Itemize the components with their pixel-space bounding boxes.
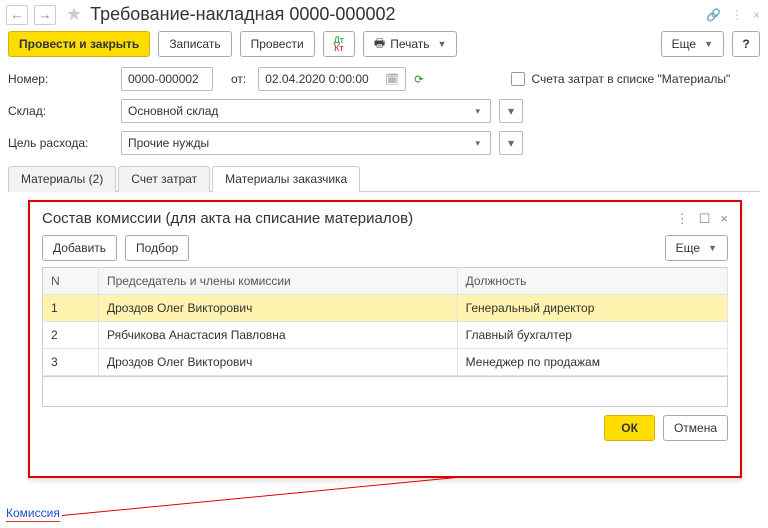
link-icon[interactable]: 🔗 xyxy=(706,8,721,22)
purpose-label: Цель расхода: xyxy=(8,136,113,150)
more-label: Еще xyxy=(672,37,696,51)
print-button[interactable]: 🖶 Печать ▼ xyxy=(363,31,458,57)
col-n-header[interactable]: N xyxy=(43,268,99,295)
table-row[interactable]: 3 Дроздов Олег Викторович Менеджер по пр… xyxy=(43,349,728,376)
commission-link[interactable]: Комиссия xyxy=(6,506,60,522)
cancel-button[interactable]: Отмена xyxy=(663,415,728,441)
main-toolbar: Провести и закрыть Записать Провести ДтК… xyxy=(0,27,768,63)
page-title: Требование-накладная 0000-000002 xyxy=(90,4,700,25)
purpose-field[interactable]: Прочие нужды ▾ xyxy=(121,131,491,155)
cell-n: 2 xyxy=(43,322,99,349)
number-row: Номер: 0000-000002 от: 02.04.2020 0:00:0… xyxy=(0,63,768,95)
kebab-menu-icon[interactable]: ⋮ xyxy=(731,8,743,22)
dialog-more-button[interactable]: Еще ▼ xyxy=(665,235,728,261)
warehouse-row: Склад: Основной склад ▾ ▾ xyxy=(0,95,768,127)
nav-back-button[interactable]: ← xyxy=(6,5,28,25)
commission-dialog: Состав комиссии (для акта на списание ма… xyxy=(28,200,742,478)
cost-accounts-checkbox[interactable] xyxy=(511,72,525,86)
tab-cost-account[interactable]: Счет затрат xyxy=(118,166,210,192)
commission-table: N Председатель и члены комиссии Должност… xyxy=(42,267,728,376)
pick-button[interactable]: Подбор xyxy=(125,235,189,261)
chevron-down-icon: ▼ xyxy=(704,39,713,49)
write-button[interactable]: Записать xyxy=(158,31,231,57)
cell-member: Рябчикова Анастасия Павловна xyxy=(99,322,458,349)
tab-materials[interactable]: Материалы (2) xyxy=(8,166,116,192)
dialog-title: Состав комиссии (для акта на списание ма… xyxy=(42,210,676,227)
dtkt-button[interactable]: ДтКт xyxy=(323,31,355,57)
purpose-row: Цель расхода: Прочие нужды ▾ ▾ xyxy=(0,127,768,159)
dialog-maximize-icon[interactable]: ☐ xyxy=(699,211,711,227)
help-button[interactable]: ? xyxy=(732,31,760,57)
purpose-open-button[interactable]: ▾ xyxy=(499,131,523,155)
cell-member: Дроздов Олег Викторович xyxy=(99,295,458,322)
table-empty-area xyxy=(42,377,728,407)
warehouse-label: Склад: xyxy=(8,104,113,118)
cost-accounts-label: Счета затрат в списке "Материалы" xyxy=(531,72,730,86)
pointer-line xyxy=(62,477,460,516)
dtkt-icon: ДтКт xyxy=(334,36,344,52)
cell-role: Генеральный директор xyxy=(457,295,727,322)
add-button[interactable]: Добавить xyxy=(42,235,117,261)
more-button[interactable]: Еще ▼ xyxy=(661,31,724,57)
warehouse-open-button[interactable]: ▾ xyxy=(499,99,523,123)
titlebar: ← → ★ Требование-накладная 0000-000002 🔗… xyxy=(0,0,768,27)
warehouse-value: Основной склад xyxy=(128,104,471,118)
print-label: Печать xyxy=(390,37,429,51)
date-field[interactable]: 02.04.2020 0:00:00 🗓 xyxy=(258,67,406,91)
favorite-star-icon[interactable]: ★ xyxy=(66,4,82,25)
tabs: Материалы (2) Счет затрат Материалы зака… xyxy=(8,165,760,192)
dialog-kebab-icon[interactable]: ⋮ xyxy=(676,211,689,227)
chevron-down-icon: ▼ xyxy=(708,243,717,253)
chevron-down-icon: ▼ xyxy=(438,39,447,49)
cell-role: Главный бухгалтер xyxy=(457,322,727,349)
dialog-close-icon[interactable]: × xyxy=(720,211,728,226)
from-label: от: xyxy=(231,72,246,86)
warehouse-field[interactable]: Основной склад ▾ xyxy=(121,99,491,123)
post-button[interactable]: Провести xyxy=(240,31,315,57)
chevron-down-icon[interactable]: ▾ xyxy=(471,106,484,117)
printer-icon: 🖶 xyxy=(374,34,385,55)
cell-n: 1 xyxy=(43,295,99,322)
close-icon[interactable]: × xyxy=(753,8,760,22)
number-label: Номер: xyxy=(8,72,113,86)
tab-customer-materials[interactable]: Материалы заказчика xyxy=(212,166,360,192)
purpose-value: Прочие нужды xyxy=(128,136,471,150)
ok-button[interactable]: ОК xyxy=(604,415,655,441)
cell-member: Дроздов Олег Викторович xyxy=(99,349,458,376)
cell-role: Менеджер по продажам xyxy=(457,349,727,376)
table-row[interactable]: 2 Рябчикова Анастасия Павловна Главный б… xyxy=(43,322,728,349)
refresh-icon[interactable]: ⟳ xyxy=(414,73,423,86)
calendar-icon[interactable]: 🗓 xyxy=(385,73,399,86)
table-row[interactable]: 1 Дроздов Олег Викторович Генеральный ди… xyxy=(43,295,728,322)
cell-n: 3 xyxy=(43,349,99,376)
date-value: 02.04.2020 0:00:00 xyxy=(265,72,368,86)
post-and-close-button[interactable]: Провести и закрыть xyxy=(8,31,150,57)
dialog-more-label: Еще xyxy=(676,241,700,255)
col-role-header[interactable]: Должность xyxy=(457,268,727,295)
chevron-down-icon[interactable]: ▾ xyxy=(471,138,484,149)
col-member-header[interactable]: Председатель и члены комиссии xyxy=(99,268,458,295)
number-field[interactable]: 0000-000002 xyxy=(121,67,213,91)
nav-forward-button[interactable]: → xyxy=(34,5,56,25)
